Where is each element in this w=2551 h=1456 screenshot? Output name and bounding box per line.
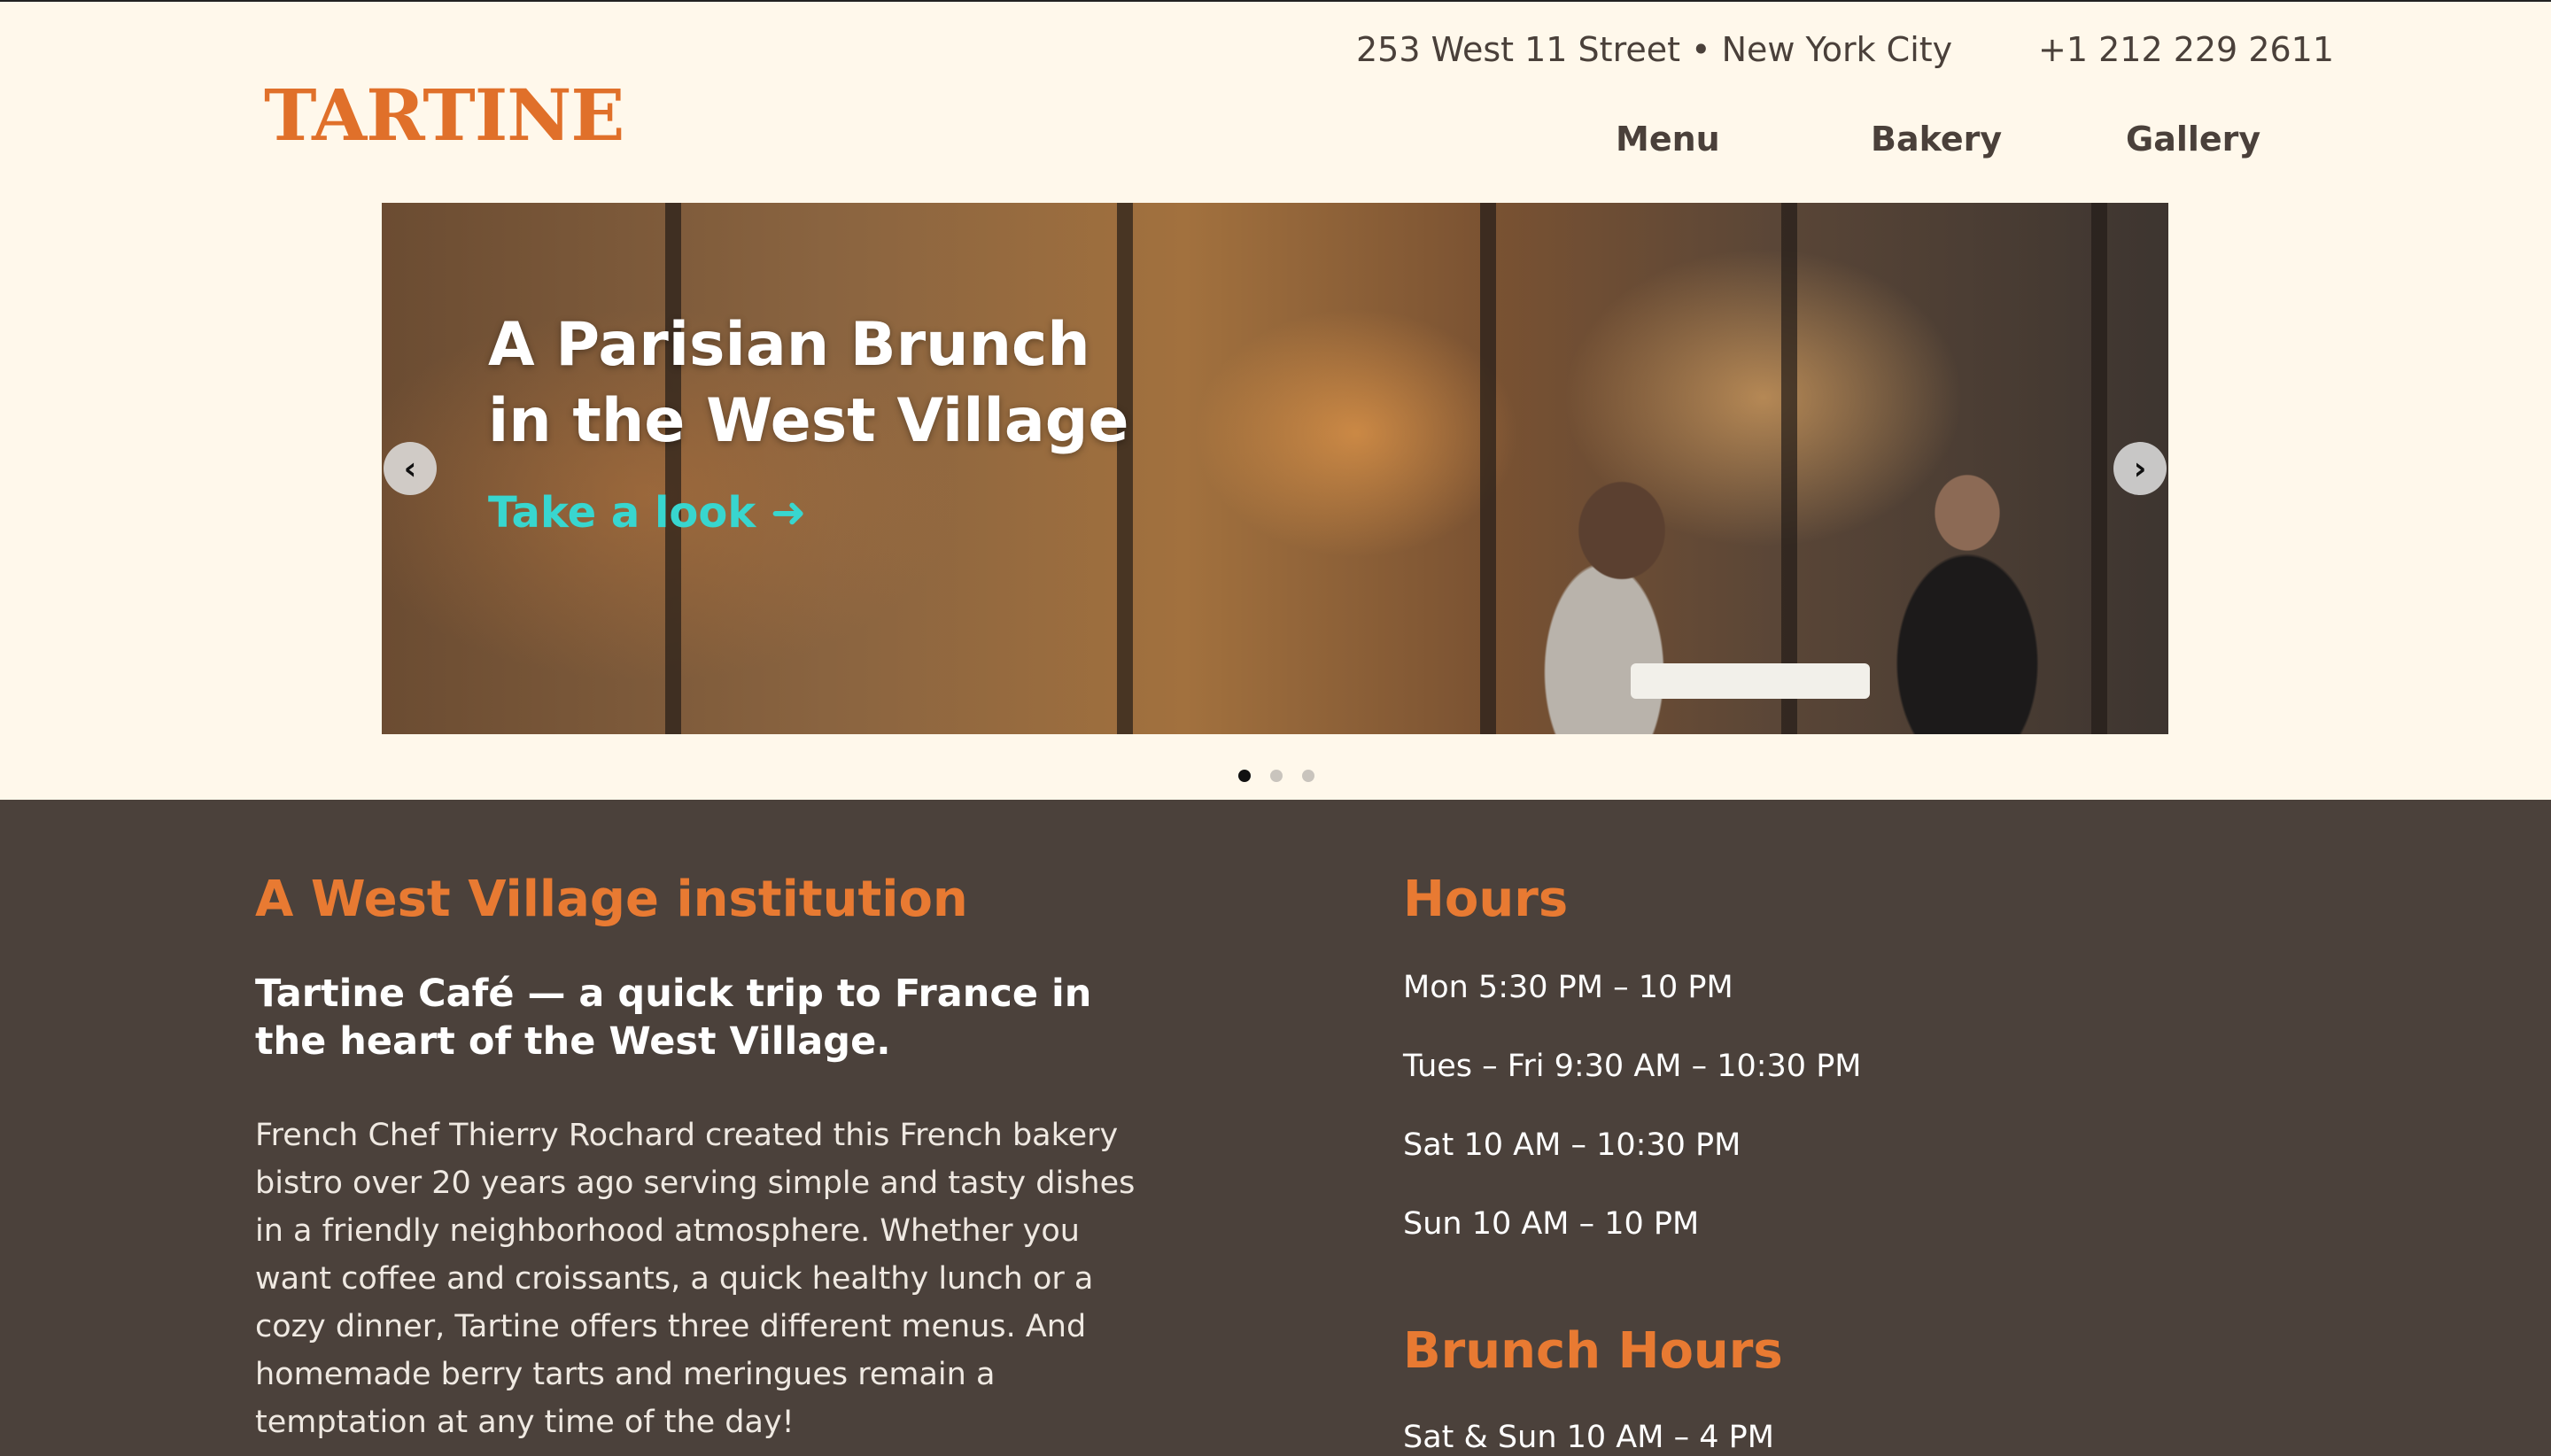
chevron-left-icon: ‹ (403, 450, 417, 487)
tartine-logo[interactable]: TARTINE (264, 80, 624, 151)
site-header: TARTINE 253 West 11 Street • New York Ci… (0, 0, 2551, 202)
carousel-dot[interactable] (1302, 770, 1314, 782)
content-section: A West Village institution Tartine Café … (0, 800, 2551, 1456)
brunch-hours-line: Sat & Sun 10 AM – 4 PM (1403, 1420, 1774, 1455)
carousel-indicators (1238, 770, 1314, 782)
window-frame (665, 203, 681, 734)
hours-line: Sat 10 AM – 10:30 PM (1403, 1127, 1741, 1163)
carousel-next-button[interactable]: › (2113, 442, 2167, 495)
hero-carousel: A Parisian Brunch in the West Village Ta… (382, 203, 2168, 734)
phone-link[interactable]: +1 212 229 2611 (2038, 30, 2334, 69)
nav-menu-link[interactable]: Menu (1616, 120, 1720, 159)
window-frame (1117, 203, 1133, 734)
intro-heading: A West Village institution (255, 871, 968, 928)
nav-bakery-link[interactable]: Bakery (1871, 120, 2002, 159)
nav-gallery-link[interactable]: Gallery (2126, 120, 2260, 159)
window-frame (1480, 203, 1496, 734)
address-text: 253 West 11 Street • New York City (1356, 30, 1953, 69)
diner-figure (1852, 451, 2082, 734)
carousel-dot[interactable] (1238, 770, 1251, 782)
cafe-table (1631, 663, 1870, 699)
window-frame (1781, 203, 1797, 734)
brunch-heading: Brunch Hours (1403, 1322, 1783, 1380)
carousel-dot[interactable] (1270, 770, 1283, 782)
hero-title: A Parisian Brunch in the West Village (488, 307, 1197, 460)
hours-line: Mon 5:30 PM – 10 PM (1403, 970, 1733, 1005)
hours-line: Tues – Fri 9:30 AM – 10:30 PM (1403, 1049, 1862, 1084)
hours-heading: Hours (1403, 871, 1569, 928)
intro-body: French Chef Thierry Rochard created this… (255, 1118, 1136, 1440)
intro-subtitle: Tartine Café — a quick trip to France in… (255, 972, 1092, 1064)
hero-title-line1: A Parisian Brunch (488, 310, 1090, 380)
carousel-prev-button[interactable]: ‹ (384, 442, 437, 495)
hours-list: Mon 5:30 PM – 10 PM Tues – Fri 9:30 AM –… (1403, 968, 1862, 1283)
take-a-look-link[interactable]: Take a look ➜ (488, 488, 806, 538)
window-frame (2091, 203, 2107, 734)
hero-title-line2: in the West Village (488, 386, 1129, 456)
chevron-right-icon: › (2133, 450, 2147, 487)
hours-line: Sun 10 AM – 10 PM (1403, 1206, 1700, 1242)
